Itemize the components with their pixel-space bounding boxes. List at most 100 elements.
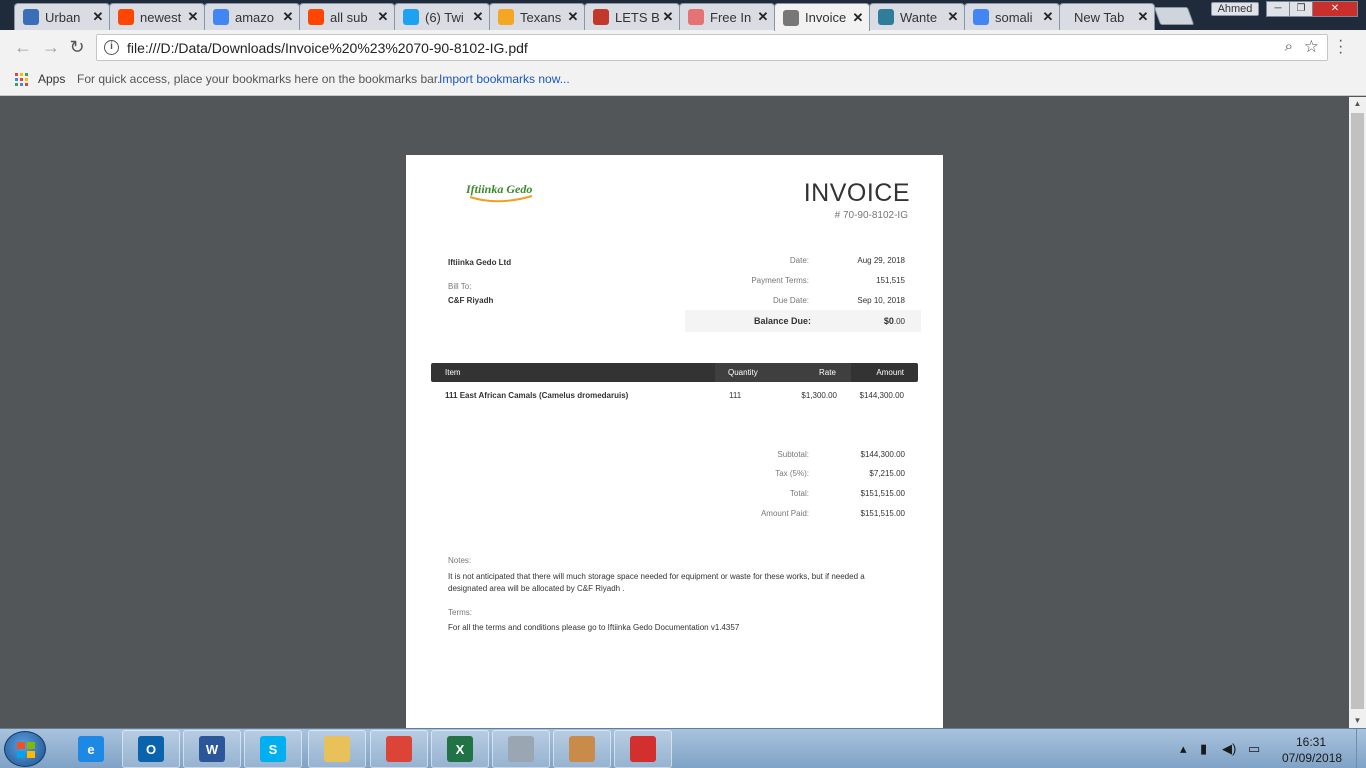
zigzag-icon [688, 9, 704, 25]
clock-date[interactable]: 07/09/2018 [1282, 751, 1342, 765]
scroll-down-arrow-icon[interactable]: ▼ [1349, 714, 1366, 728]
taskbar-app-button[interactable] [614, 730, 672, 768]
taskbar-app-button[interactable]: O [122, 730, 180, 768]
tab[interactable]: New Tab ✕ [1059, 3, 1155, 30]
apps-grid-icon[interactable] [15, 73, 28, 86]
taskbar-app-button[interactable]: W [183, 730, 241, 768]
profile-button[interactable]: Ahmed [1211, 2, 1259, 16]
word-icon: W [199, 736, 225, 762]
scroll-thumb[interactable] [1351, 113, 1364, 709]
tab[interactable]: LETS B ✕ [584, 3, 680, 30]
new-tab-button[interactable] [1153, 7, 1195, 25]
tab-close-icon[interactable]: ✕ [1041, 9, 1055, 25]
balance-due-box: Balance Due: $0.00 [685, 310, 921, 332]
tab[interactable]: amazo ✕ [204, 3, 300, 30]
tab[interactable]: somali ✕ [964, 3, 1060, 30]
address-bar[interactable]: i file:///D:/Data/Downloads/Invoice%20%2… [96, 34, 1328, 61]
taskbar-app-button[interactable]: S [244, 730, 302, 768]
tab-close-icon[interactable]: ✕ [851, 10, 865, 26]
browser-tab-strip: Urban ✕ newest ✕ amazo ✕ all sub ✕ (6) Twi ✕ Texan… [0, 0, 1366, 31]
url-text[interactable]: file:///D:/Data/Downloads/Invoice%20%23%… [127, 40, 528, 56]
tab-close-icon[interactable]: ✕ [756, 9, 770, 25]
tab-close-icon[interactable]: ✕ [566, 9, 580, 25]
show-hidden-icons-icon[interactable]: ▴ [1180, 741, 1187, 757]
windows-taskbar: e O W S X ▴ ▮ ◀) ▭ 16:31 07/09/2018 [0, 728, 1366, 768]
back-button[interactable]: ← [12, 36, 34, 58]
tab-close-icon[interactable]: ✕ [471, 9, 485, 25]
tab-close-icon[interactable]: ✕ [1136, 9, 1150, 25]
balance-due-label: Balance Due: [753, 316, 811, 326]
browser-menu-button[interactable]: · · · [1338, 33, 1344, 61]
document-icon [783, 9, 799, 26]
excel-icon: X [447, 736, 473, 762]
taskbar-app-button[interactable]: e [62, 730, 120, 768]
tab[interactable]: all sub ✕ [299, 3, 395, 30]
tab[interactable]: (6) Twi ✕ [394, 3, 490, 30]
company-name: Iftiinka Gedo Ltd [448, 258, 512, 267]
tab-close-icon[interactable]: ✕ [661, 9, 675, 25]
taskbar-app-button[interactable] [308, 730, 366, 768]
reload-icon: ↻ [69, 37, 85, 57]
twitter-icon [403, 9, 419, 25]
reddit-icon [118, 9, 134, 25]
tab[interactable]: Invoice ✕ [774, 3, 870, 31]
subtotal-value: $144,300.00 [860, 450, 906, 459]
vertical-scrollbar[interactable]: ▲ ▼ [1349, 97, 1366, 728]
outlook-icon: O [138, 736, 164, 762]
network-icon[interactable]: ▭ [1248, 741, 1260, 757]
clock-time[interactable]: 16:31 [1296, 735, 1326, 749]
tab[interactable]: Urban ✕ [14, 3, 110, 30]
bookmarks-hint: For quick access, place your bookmarks h… [77, 72, 441, 86]
tab-title: New Tab [1074, 9, 1125, 25]
record-icon [593, 9, 609, 25]
minimize-button[interactable]: ─ [1266, 1, 1290, 17]
header-item: Item [445, 368, 461, 377]
zoom-icon[interactable]: ⌕ [1285, 38, 1293, 55]
tab[interactable]: Wante ✕ [869, 3, 965, 30]
volume-icon[interactable]: ◀) [1222, 741, 1236, 757]
back-arrow-icon: ← [14, 37, 32, 57]
bookmark-star-icon[interactable]: ☆ [1304, 37, 1319, 57]
payment-terms-value: 151,515 [876, 276, 905, 285]
tab[interactable]: Texans ✕ [489, 3, 585, 30]
tab-title: LETS B [615, 9, 660, 25]
tab-close-icon[interactable]: ✕ [281, 9, 295, 25]
taskbar-app-button[interactable] [492, 730, 550, 768]
maximize-button[interactable]: ❐ [1289, 1, 1313, 17]
info-icon[interactable]: i [104, 40, 119, 55]
show-desktop-button[interactable] [1356, 729, 1366, 768]
start-button[interactable] [4, 731, 46, 767]
tab-title: (6) Twi [425, 9, 464, 25]
due-date-label: Due Date: [772, 296, 809, 305]
amount-paid-label: Amount Paid: [760, 509, 809, 518]
tab[interactable]: newest ✕ [109, 3, 205, 30]
tab-title: amazo [235, 9, 275, 25]
header-quantity: Quantity [728, 368, 758, 377]
bookmarks-bar: Apps For quick access, place your bookma… [0, 64, 1366, 96]
line-items-header: Item Quantity Rate Amount [431, 363, 918, 382]
scroll-up-arrow-icon[interactable]: ▲ [1349, 97, 1366, 111]
taskbar-app-button[interactable] [370, 730, 428, 768]
tab-close-icon[interactable]: ✕ [946, 9, 960, 25]
google-icon [973, 9, 989, 25]
forward-button[interactable]: → [40, 36, 62, 58]
import-bookmarks-link[interactable]: Import bookmarks now... [439, 72, 570, 86]
apps-shortcut[interactable]: Apps [38, 72, 65, 86]
window-close-button[interactable]: ✕ [1312, 1, 1358, 17]
taskbar-app-button[interactable] [553, 730, 611, 768]
payment-terms-label: Payment Terms: [751, 276, 809, 285]
tab-title: Wante [900, 9, 938, 25]
tab-close-icon[interactable]: ✕ [186, 9, 200, 25]
tab-close-icon[interactable]: ✕ [376, 9, 390, 25]
header-amount: Amount [876, 368, 904, 377]
tab-title: Urban [45, 9, 81, 25]
amount-paid-value: $151,515.00 [860, 509, 906, 518]
bill-to-label: Bill To: [448, 282, 472, 291]
tab[interactable]: Free In ✕ [679, 3, 775, 30]
taskbar-app-button[interactable]: X [431, 730, 489, 768]
bill-to-name: C&F Riyadh [448, 296, 494, 305]
tab-close-icon[interactable]: ✕ [91, 9, 105, 25]
reload-button[interactable]: ↻ [66, 36, 88, 58]
power-icon[interactable]: ▮ [1200, 741, 1207, 757]
row-rate: $1,300.00 [801, 391, 837, 400]
